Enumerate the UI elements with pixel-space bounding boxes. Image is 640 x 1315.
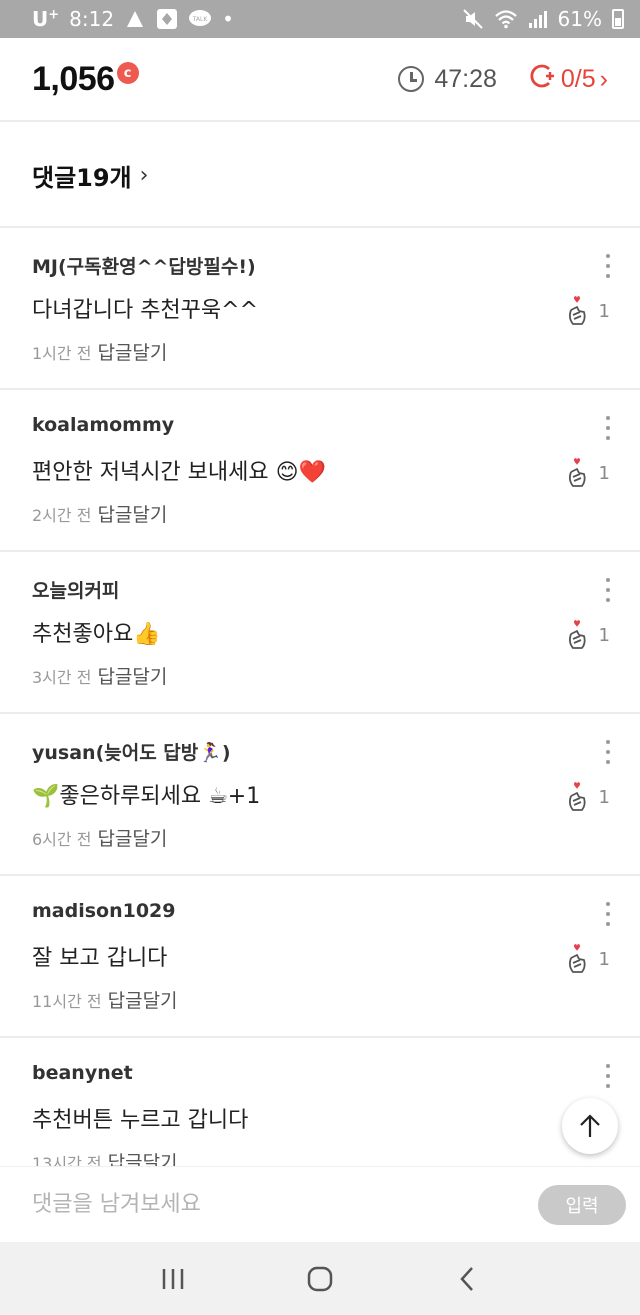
timer: 47:28 xyxy=(398,65,497,94)
svg-text:TALK: TALK xyxy=(192,16,209,23)
comment-input[interactable] xyxy=(32,1192,538,1217)
more-vertical-icon[interactable] xyxy=(604,416,612,440)
comment-author[interactable]: madison1029 xyxy=(32,900,608,926)
reply-button[interactable]: 답글달기 xyxy=(108,986,178,1013)
recent-apps-button[interactable] xyxy=(143,1249,203,1309)
coin-plus-icon xyxy=(527,61,557,98)
recent-apps-icon xyxy=(163,1268,184,1289)
comment-time: 6시간 전 xyxy=(32,829,92,849)
comment-text: 추천좋아요👍 xyxy=(32,622,161,647)
finger-heart-icon xyxy=(568,458,586,487)
comment-author[interactable]: koalamommy xyxy=(32,414,608,440)
like-button[interactable]: 1 xyxy=(565,618,610,652)
comment-input-bar: 입력 xyxy=(0,1166,640,1242)
like-button[interactable]: 1 xyxy=(565,456,610,490)
comment-time: 13시간 전 xyxy=(32,1153,102,1167)
scroll-top-button[interactable] xyxy=(562,1098,618,1154)
comment-meta: 1시간 전 답글달기 xyxy=(32,338,608,365)
comment-time: 2시간 전 xyxy=(32,505,92,525)
comment-item: madison1029 잘 보고 갑니다 11시간 전 답글달기 1 xyxy=(0,876,640,1038)
comment-author[interactable]: yusan(늦어도 답방🏃‍♀️) xyxy=(32,738,608,764)
chevron-right-icon: › xyxy=(139,162,149,188)
chevron-right-icon: › xyxy=(599,64,608,93)
home-button[interactable] xyxy=(290,1249,350,1309)
timer-value: 47:28 xyxy=(434,64,497,93)
finger-heart-icon xyxy=(568,620,586,649)
home-icon xyxy=(307,1266,333,1291)
reply-button[interactable]: 답글달기 xyxy=(97,338,167,365)
comment-meta: 11시간 전 답글달기 xyxy=(32,986,608,1013)
finger-heart-icon xyxy=(568,296,586,325)
top-header: 1,056 c 47:28 0/5 › xyxy=(0,38,640,122)
comment-count-row[interactable]: 댓글19개 › xyxy=(0,124,640,228)
mute-icon xyxy=(462,8,484,30)
coin-icon: c xyxy=(116,62,139,84)
like-button[interactable]: 1 xyxy=(565,294,610,328)
comment-time: 1시간 전 xyxy=(32,343,92,363)
mission-progress-button[interactable]: 0/5 › xyxy=(527,61,608,98)
more-vertical-icon[interactable] xyxy=(604,740,612,764)
comment-author[interactable]: MJ(구독환영^^답방필수!) xyxy=(32,252,608,278)
comment-text: 추천버튼 누르고 갑니다 xyxy=(32,1108,249,1133)
kakaotalk-icon: TALK xyxy=(188,9,212,29)
carrier-label: U+ xyxy=(32,7,60,31)
comment-item: 오늘의커피 추천좋아요👍 3시간 전 답글달기 1 xyxy=(0,552,640,714)
finger-heart-icon xyxy=(568,782,586,811)
reply-button[interactable]: 답글달기 xyxy=(97,824,167,851)
comment-item: yusan(늦어도 답방🏃‍♀️) 🌱좋은하루되세요 ☕+1 6시간 전 답글달… xyxy=(0,714,640,876)
reply-button[interactable]: 답글달기 xyxy=(97,500,167,527)
reply-button[interactable]: 답글달기 xyxy=(97,662,167,689)
comment-text: 편안한 저녁시간 보내세요 😊❤️ xyxy=(32,460,326,485)
comment-item: beanynet 추천버튼 누르고 갑니다 13시간 전 답글달기 xyxy=(0,1038,640,1166)
comment-text: 잘 보고 갑니다 xyxy=(32,946,168,971)
comment-text: 다녀갑니다 추천꾸욱^^ xyxy=(32,298,259,323)
comment-item: MJ(구독환영^^답방필수!) 다녀갑니다 추천꾸욱^^ 1시간 전 답글달기 … xyxy=(0,228,640,390)
points-value: 1,056 xyxy=(32,59,115,98)
more-vertical-icon[interactable] xyxy=(604,902,612,926)
status-bar: U+ 8:12 TALK • 61% xyxy=(0,0,640,38)
comment-meta: 13시간 전 답글달기 xyxy=(32,1148,608,1166)
status-dot: • xyxy=(222,7,234,31)
reply-button[interactable]: 답글달기 xyxy=(108,1148,178,1166)
back-button[interactable] xyxy=(437,1249,497,1309)
comment-meta: 6시간 전 답글달기 xyxy=(32,824,608,851)
more-vertical-icon[interactable] xyxy=(604,254,612,278)
signal-icon xyxy=(528,9,548,29)
comment-time: 3시간 전 xyxy=(32,667,92,687)
status-time: 8:12 xyxy=(69,7,115,31)
comment-meta: 2시간 전 답글달기 xyxy=(32,500,608,527)
comment-author[interactable]: beanynet xyxy=(32,1062,608,1088)
card-icon xyxy=(156,8,178,30)
like-count: 1 xyxy=(598,948,610,970)
like-count: 1 xyxy=(598,462,610,484)
like-count: 1 xyxy=(598,624,610,646)
battery-icon xyxy=(612,9,624,29)
like-count: 1 xyxy=(598,300,610,322)
arrow-up-icon xyxy=(580,1114,600,1137)
wifi-icon xyxy=(494,9,518,29)
submit-button[interactable]: 입력 xyxy=(538,1184,626,1225)
comment-text: 🌱좋은하루되세요 ☕+1 xyxy=(32,784,261,809)
finger-heart-icon xyxy=(568,944,586,973)
comment-list[interactable]: MJ(구독환영^^답방필수!) 다녀갑니다 추천꾸욱^^ 1시간 전 답글달기 … xyxy=(0,228,640,1166)
system-nav-bar xyxy=(0,1242,640,1315)
more-vertical-icon[interactable] xyxy=(604,1064,612,1088)
clock-icon xyxy=(398,66,425,92)
status-right: 61% xyxy=(462,7,624,31)
battery-percent: 61% xyxy=(557,7,602,31)
like-count: 1 xyxy=(598,786,610,808)
comment-item: koalamommy 편안한 저녁시간 보내세요 😊❤️ 2시간 전 답글달기 … xyxy=(0,390,640,552)
comment-author[interactable]: 오늘의커피 xyxy=(32,576,608,602)
back-icon xyxy=(459,1266,473,1291)
comment-meta: 3시간 전 답글달기 xyxy=(32,662,608,689)
like-button[interactable]: 1 xyxy=(565,942,610,976)
comment-time: 11시간 전 xyxy=(32,991,102,1011)
like-button[interactable]: 1 xyxy=(565,780,610,814)
mission-progress-value: 0/5 xyxy=(560,64,596,93)
notification-app-icon xyxy=(124,9,146,29)
more-vertical-icon[interactable] xyxy=(604,578,612,602)
comment-count-label: 댓글19개 xyxy=(32,163,132,192)
status-left: U+ 8:12 TALK • xyxy=(32,7,462,31)
